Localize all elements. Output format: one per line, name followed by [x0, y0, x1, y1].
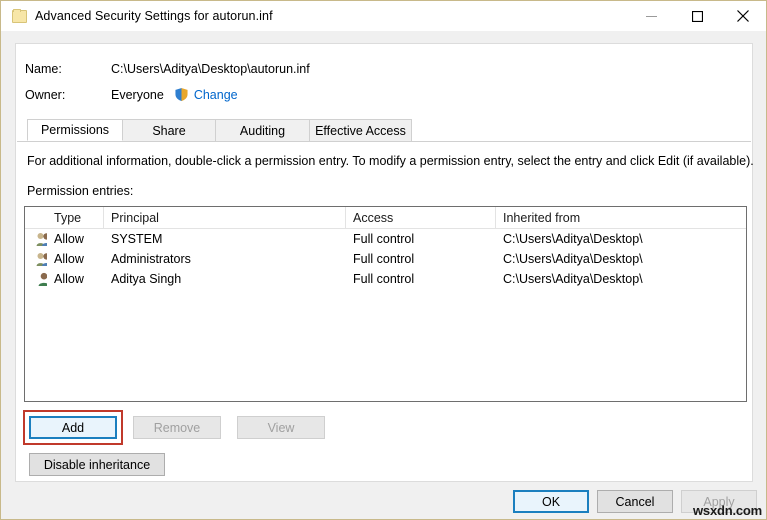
row-icon-cell — [25, 269, 47, 289]
advanced-security-settings-dialog: Advanced Security Settings for autorun.i… — [0, 0, 767, 520]
tab-share-label: Share — [152, 124, 185, 138]
tab-auditing-label: Auditing — [240, 124, 285, 138]
row-inherited-from: C:\Users\Aditya\Desktop\ — [496, 229, 746, 249]
window-controls — [628, 1, 766, 31]
remove-button: Remove — [133, 416, 221, 439]
dialog-content-panel: Name: C:\Users\Aditya\Desktop\autorun.in… — [15, 43, 753, 482]
row-access: Full control — [346, 269, 496, 289]
table-row[interactable]: Allow Administrators Full control C:\Use… — [25, 249, 746, 269]
table-row[interactable]: Allow Aditya Singh Full control C:\Users… — [25, 269, 746, 289]
tab-auditing[interactable]: Auditing — [215, 119, 310, 141]
row-type: Allow — [47, 229, 104, 249]
row-access: Full control — [346, 249, 496, 269]
row-inherited-from: C:\Users\Aditya\Desktop\ — [496, 269, 746, 289]
row-access: Full control — [346, 229, 496, 249]
window-title: Advanced Security Settings for autorun.i… — [35, 9, 273, 23]
group-icon — [36, 252, 47, 267]
owner-label: Owner: — [25, 88, 111, 102]
owner-row: Owner: Everyone Change — [25, 87, 238, 102]
column-header-principal[interactable]: Principal — [104, 207, 346, 228]
minimize-button[interactable] — [628, 1, 674, 31]
dialog-footer: OK Cancel Apply wsxdn.com — [1, 482, 766, 519]
watermark: wsxdn.com — [693, 503, 762, 518]
user-icon — [36, 272, 47, 287]
row-type: Allow — [47, 249, 104, 269]
ok-button[interactable]: OK — [513, 490, 589, 513]
name-row: Name: C:\Users\Aditya\Desktop\autorun.in… — [25, 62, 310, 76]
column-header-inherited-from[interactable]: Inherited from — [496, 207, 746, 228]
tab-share[interactable]: Share — [122, 119, 216, 141]
change-owner-link[interactable]: Change — [194, 88, 238, 102]
group-icon — [36, 232, 47, 247]
name-label: Name: — [25, 62, 111, 76]
tab-effective-access[interactable]: Effective Access — [309, 119, 412, 141]
column-header-access[interactable]: Access — [346, 207, 496, 228]
row-inherited-from: C:\Users\Aditya\Desktop\ — [496, 249, 746, 269]
tab-strip: Permissions Share Auditing Effective Acc… — [17, 119, 751, 142]
title-bar: Advanced Security Settings for autorun.i… — [1, 1, 766, 31]
row-principal: Aditya Singh — [104, 269, 346, 289]
name-value: C:\Users\Aditya\Desktop\autorun.inf — [111, 62, 310, 76]
row-icon-cell — [25, 249, 47, 269]
tab-effective-access-label: Effective Access — [315, 124, 406, 138]
row-principal: Administrators — [104, 249, 346, 269]
permission-entries-label: Permission entries: — [27, 184, 133, 198]
close-button[interactable] — [720, 1, 766, 31]
column-header-icon — [25, 207, 47, 228]
permission-entries-list[interactable]: Type Principal Access Inherited from — [24, 206, 747, 402]
add-button[interactable]: Add — [29, 416, 117, 439]
table-header-row: Type Principal Access Inherited from — [25, 207, 746, 229]
tab-permissions[interactable]: Permissions — [27, 119, 123, 141]
folder-icon — [11, 8, 27, 24]
owner-value: Everyone — [111, 88, 164, 102]
view-button: View — [237, 416, 325, 439]
info-text: For additional information, double-click… — [27, 154, 754, 168]
row-principal: SYSTEM — [104, 229, 346, 249]
disable-inheritance-button[interactable]: Disable inheritance — [29, 453, 165, 476]
maximize-button[interactable] — [674, 1, 720, 31]
uac-shield-icon — [174, 87, 189, 102]
column-header-type[interactable]: Type — [47, 207, 104, 228]
cancel-button[interactable]: Cancel — [597, 490, 673, 513]
row-type: Allow — [47, 269, 104, 289]
tab-permissions-label: Permissions — [41, 123, 109, 137]
row-icon-cell — [25, 229, 47, 249]
table-row[interactable]: Allow SYSTEM Full control C:\Users\Adity… — [25, 229, 746, 249]
